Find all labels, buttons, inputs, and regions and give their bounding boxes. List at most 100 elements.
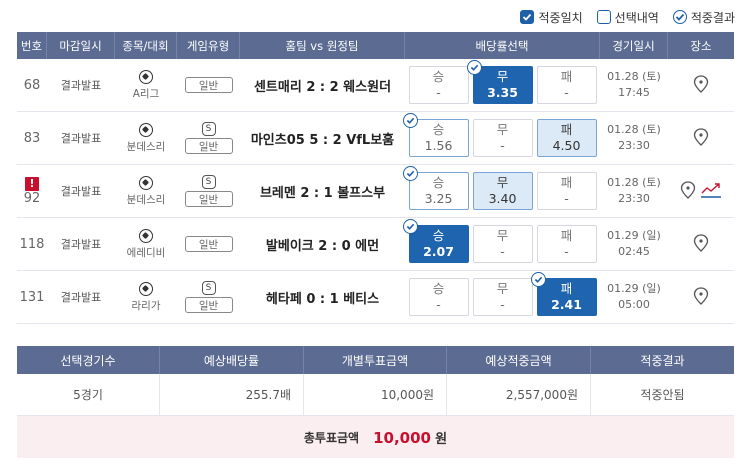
match-score: 발베이크 2 : 0 에먼 xyxy=(265,238,380,254)
game-type-cell: S 일반 xyxy=(177,271,240,323)
odd-draw-button[interactable]: 무- xyxy=(472,119,533,157)
odd-label: 무 xyxy=(496,122,509,137)
place-cell xyxy=(668,59,734,111)
header-close: 마감일시 xyxy=(47,32,115,59)
header-type: 게임유형 xyxy=(177,32,240,59)
row-number-cell: ! 92 xyxy=(17,165,47,217)
location-pin-icon[interactable] xyxy=(693,233,709,255)
match-time: 23:30 xyxy=(618,192,650,205)
legend-label: 적중일치 xyxy=(538,10,583,25)
odd-win-button[interactable]: 승 3.25 xyxy=(402,166,469,210)
odd-lose-button[interactable]: 패 4.50 xyxy=(536,119,597,157)
match-score: 브레멘 2 : 1 볼프스부 xyxy=(259,185,386,201)
place-cell xyxy=(668,165,734,217)
odd-lose-button[interactable]: 패- xyxy=(536,225,597,263)
match-datetime: 01.28 (토) 17:45 xyxy=(600,59,668,111)
summary-header: 선택경기수 예상배당률 개별투표금액 예상적중금액 적중결과 xyxy=(17,346,734,374)
odd-value: 1.56 xyxy=(424,138,453,153)
total-unit: 원 xyxy=(435,431,448,447)
match-score: 센트매리 2 : 2 웨스원더 xyxy=(253,79,392,95)
location-pin-icon[interactable] xyxy=(680,180,696,202)
odd-label: 무 xyxy=(496,69,509,84)
table-header: 번호 마감일시 종목/대회 게임유형 홈팀 vs 원정팀 배당률선택 경기일시 … xyxy=(17,32,734,59)
league-cell: 분데스리 xyxy=(115,112,177,164)
checkbox-empty-icon xyxy=(596,10,611,24)
close-status: 결과발표 xyxy=(60,79,102,92)
league-name: 분데스리 xyxy=(126,140,166,153)
table-body: 68 결과발표 A리그 일반 센트매리 2 : 2 웨스원더 승 - 무 3.35 패 -01.28… xyxy=(17,59,734,324)
summary-header-stake: 개별투표금액 xyxy=(304,346,447,374)
odd-label: 패 xyxy=(560,69,573,84)
match-time: 02:45 xyxy=(618,245,650,258)
league-name: 라리가 xyxy=(131,299,161,312)
odd-label: 승 xyxy=(432,228,445,243)
row-number: 118 xyxy=(19,236,45,252)
special-badge-icon: S xyxy=(201,175,216,189)
odd-draw-button[interactable]: 무- xyxy=(472,225,533,263)
legend-item-selection[interactable]: 선택내역 xyxy=(596,9,659,26)
header-date: 경기일시 xyxy=(600,32,668,59)
odd-lose-button[interactable]: 패 2.41 xyxy=(530,272,597,316)
match-date: 01.29 (일) xyxy=(607,229,661,242)
odds-cell: 승 1.56 무 - 패 4.50 xyxy=(402,112,600,164)
odd-value: - xyxy=(500,244,505,259)
row-number-cell: 131 xyxy=(17,271,47,323)
legend-item-hit-result[interactable]: 적중결과 xyxy=(672,9,735,26)
odd-label: 패 xyxy=(560,228,573,243)
league-cell: 에레디비 xyxy=(115,218,177,270)
location-pin-icon[interactable] xyxy=(693,74,709,96)
summary-result: 적중안됨 xyxy=(640,388,685,402)
odd-lose-button[interactable]: 패- xyxy=(536,172,597,210)
game-type: 일반 xyxy=(184,236,233,252)
hit-check-icon xyxy=(402,113,418,128)
odd-draw-button[interactable]: 무 3.40 xyxy=(472,172,533,210)
soccer-ball-icon xyxy=(139,122,153,137)
close-status: 결과발표 xyxy=(60,185,102,198)
odd-value: 4.50 xyxy=(552,138,581,153)
hit-check-icon xyxy=(402,166,418,181)
special-badge-icon: S xyxy=(201,122,216,136)
place-cell xyxy=(668,218,734,270)
place-cell xyxy=(668,271,734,323)
summary-header-payout: 예상적중금액 xyxy=(447,346,591,374)
close-status: 결과발표 xyxy=(60,238,102,251)
match-date: 01.28 (토) xyxy=(607,123,661,136)
match-score: 마인츠05 5 : 2 VfL보훔 xyxy=(250,132,395,148)
match-score: 헤타페 0 : 1 베티스 xyxy=(265,291,380,307)
header-odds: 배당률선택 xyxy=(405,32,600,59)
odd-label: 무 xyxy=(496,228,509,243)
odd-value: - xyxy=(436,297,441,312)
game-type-cell: S 일반 xyxy=(177,165,240,217)
odd-label: 패 xyxy=(560,175,573,190)
game-type: 일반 xyxy=(184,77,233,93)
odd-draw-button[interactable]: 무- xyxy=(472,278,533,316)
summary-count: 5경기 xyxy=(17,374,160,415)
odd-value: 2.41 xyxy=(551,297,582,312)
row-number: 83 xyxy=(23,130,41,146)
odd-win-button[interactable]: 승- xyxy=(408,278,469,316)
odd-value: 3.35 xyxy=(487,85,518,100)
game-type: 일반 xyxy=(184,297,233,313)
location-pin-icon[interactable] xyxy=(693,127,709,149)
odd-lose-button[interactable]: 패- xyxy=(536,66,597,104)
table-row: 118 결과발표 에레디비 일반 발베이크 2 : 0 에먼 승 2.07 무 - 패 -01.29… xyxy=(17,218,734,271)
header-match: 홈팀 vs 원정팀 xyxy=(240,32,405,59)
league-cell: 분데스리 xyxy=(115,165,177,217)
row-number-cell: 68 xyxy=(17,59,47,111)
odd-draw-button[interactable]: 무 3.35 xyxy=(466,60,533,104)
location-pin-icon[interactable] xyxy=(693,286,709,308)
game-type: 일반 xyxy=(184,191,233,207)
hit-check-icon xyxy=(402,219,418,234)
summary-stake: 10,000원 xyxy=(304,374,447,415)
odd-win-button[interactable]: 승 2.07 xyxy=(402,219,469,263)
table-row: ! 92 결과발표 분데스리 S 일반 브레멘 2 : 1 볼프스부 승 3.25 무 3.40 패 -… xyxy=(17,165,734,218)
soccer-ball-icon xyxy=(139,228,153,243)
header-place: 장소 xyxy=(690,38,712,53)
odd-label: 승 xyxy=(432,175,445,190)
odd-win-button[interactable]: 승 1.56 xyxy=(402,113,469,157)
summary-payout: 2,557,000원 xyxy=(447,374,591,415)
legend-item-hit-match[interactable]: 적중일치 xyxy=(520,9,583,26)
trend-chart-icon[interactable] xyxy=(700,181,722,202)
odd-win-button[interactable]: 승- xyxy=(408,66,469,104)
header-no: 번호 xyxy=(17,32,47,59)
